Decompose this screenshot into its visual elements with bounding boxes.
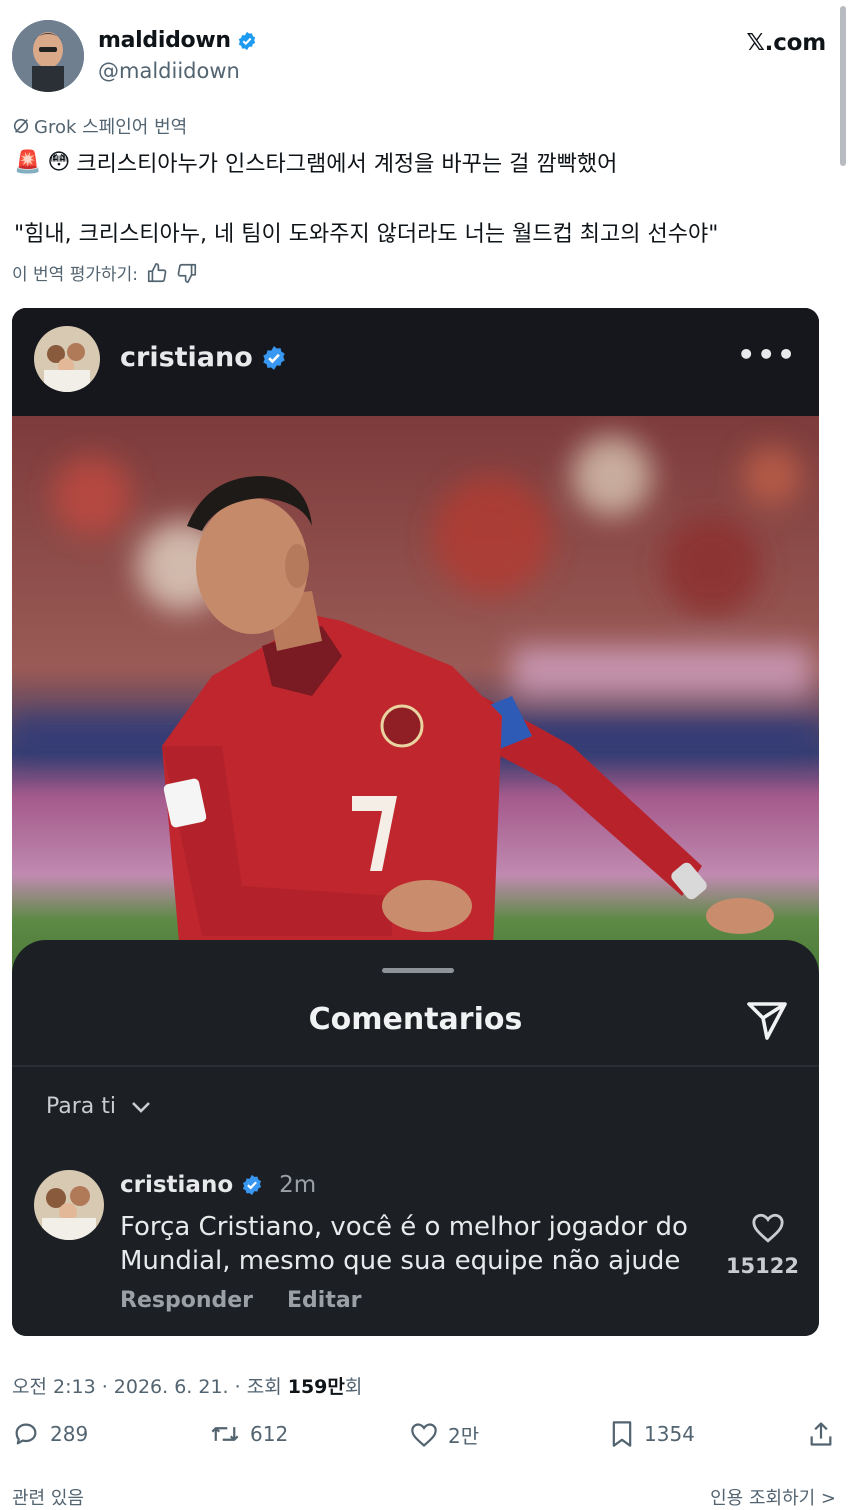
bookmark-count: 1354 (644, 1422, 695, 1446)
siren-icon: 🚨 (14, 149, 42, 175)
author-handle[interactable]: @maldiidown (98, 59, 240, 83)
view-quotes-link[interactable]: 인용 조회하기 > (710, 1484, 836, 1510)
author-name[interactable]: maldidown (98, 28, 231, 53)
comment-text: Força Cristiano, você é o melhor jogador… (120, 1212, 688, 1276)
tweet-actions: 289 612 2만 1354 (12, 1420, 838, 1460)
like-icon (411, 1422, 437, 1447)
view-count: 159만 (287, 1376, 345, 1398)
retweet-count: 612 (250, 1422, 289, 1446)
instagram-verified-icon (263, 345, 285, 370)
comment-verified-icon (243, 1174, 262, 1196)
comment-time: 2m (279, 1172, 317, 1198)
rate-label: 이 번역 평가하기: (12, 265, 139, 285)
sheet-drag-handle[interactable] (382, 968, 454, 973)
comment-filter-label[interactable]: Para ti (46, 1094, 116, 1119)
bookmark-action[interactable]: 1354 (610, 1420, 695, 1448)
instagram-account[interactable]: cristiano (120, 342, 287, 373)
author-avatar[interactable] (12, 20, 84, 92)
reply-icon (15, 1423, 37, 1445)
x-logo: 𝕏.com (746, 30, 826, 56)
grok-icon (13, 118, 29, 134)
comment-like-count: 15122 (725, 1254, 799, 1278)
share-icon (810, 1422, 832, 1446)
chevron-down-icon (132, 1101, 150, 1113)
author-name-row[interactable]: maldidown (98, 28, 257, 53)
retweet-action[interactable]: 612 (210, 1420, 288, 1448)
comment-author-row: cristiano 2m (120, 1172, 316, 1198)
flushed-face-icon: 😳 (47, 149, 71, 175)
bookmark-icon (612, 1421, 632, 1447)
comments-title: Comentarios (308, 1002, 523, 1037)
reply-button[interactable]: Responder (120, 1288, 253, 1313)
comment-author[interactable]: cristiano (120, 1172, 233, 1198)
share-action[interactable] (808, 1420, 834, 1448)
view-suffix: 회 (344, 1376, 363, 1398)
heart-icon[interactable] (751, 1212, 785, 1248)
instagram-avatar[interactable] (34, 326, 100, 392)
tweet-text-1: 크리스티아누가 인스타그램에서 계정을 바꾸는 걸 깜빡했어 (76, 152, 618, 177)
tweet-text-line-2: "힘내, 크리스티아누, 네 팀이 도와주지 않더라도 너는 월드컵 최고의 선… (14, 222, 719, 247)
reply-count: 289 (50, 1422, 89, 1446)
sheet-divider (12, 1065, 819, 1067)
like-action[interactable]: 2만 (410, 1420, 479, 1449)
comment-actions: Responder Editar (120, 1288, 362, 1313)
related-tab[interactable]: 관련 있음 (12, 1484, 84, 1510)
translation-label[interactable]: Grok 스페인어 번역 (12, 113, 187, 139)
like-count: 2만 (448, 1424, 480, 1448)
edit-button[interactable]: Editar (287, 1288, 362, 1313)
send-icon[interactable] (743, 996, 791, 1048)
reply-action[interactable]: 289 (12, 1420, 88, 1448)
retweet-icon (211, 1427, 239, 1441)
page-scrollbar[interactable] (840, 6, 846, 166)
embedded-image[interactable]: cristiano ••• Comentarios Para ti cristi… (12, 308, 819, 1336)
thumbs-up-icon[interactable] (146, 262, 168, 284)
more-icon[interactable]: ••• (737, 338, 797, 371)
comment-filter[interactable]: Para ti (46, 1094, 152, 1119)
commenter-avatar[interactable] (34, 1170, 104, 1240)
player-photo (12, 416, 819, 976)
tweet-timestamp[interactable]: 오전 2:13 · 2026. 6. 21. · 조회 (12, 1376, 288, 1398)
verified-badge-icon (238, 31, 255, 50)
tweet-text-line-1: 🚨 😳 크리스티아누가 인스타그램에서 계정을 바꾸는 걸 깜빡했어 (14, 146, 617, 178)
translation-label-text: Grok 스페인어 번역 (34, 117, 188, 138)
tweet-meta: 오전 2:13 · 2026. 6. 21. · 조회 159만회 (12, 1372, 362, 1399)
rate-translation: 이 번역 평가하기: (12, 260, 198, 285)
instagram-account-name[interactable]: cristiano (120, 342, 253, 373)
thumbs-down-icon[interactable] (176, 262, 198, 284)
